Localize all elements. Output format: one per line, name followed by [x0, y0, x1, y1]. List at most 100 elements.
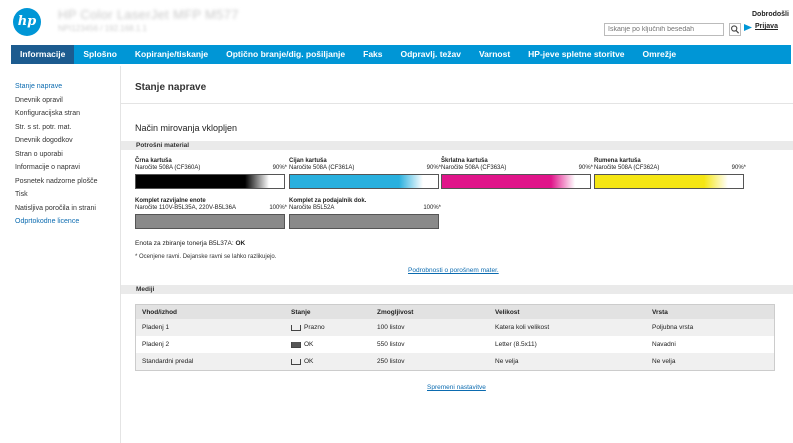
supply-percent: 100%*: [423, 205, 441, 211]
table-row: Pladenj 2 OK 550 listov Letter (8.5x11) Nava…: [136, 336, 774, 353]
tray-state-text: OK: [304, 341, 314, 348]
printer-name: HP Color LaserJet MFP M577: [58, 7, 239, 22]
column-header: Vhod/izhod: [142, 308, 178, 316]
tab-6[interactable]: Varnost: [470, 45, 519, 64]
sidebar-item[interactable]: Stanje naprave: [15, 80, 115, 94]
tray-name: Pladenj 1: [142, 324, 170, 331]
sidebar-item[interactable]: Odprtokodne licence: [15, 215, 115, 229]
tray-type: Poljubna vrsta: [652, 324, 694, 331]
supply-order-number: Naročite 110V-B5L35A, 220V-B5L36A: [135, 205, 236, 211]
tray-type: Navadni: [652, 341, 676, 348]
search-input[interactable]: [604, 23, 724, 36]
sidebar-item[interactable]: Posnetek nadzorne plošče: [15, 175, 115, 189]
estimate-note: * Ocenjene ravni. Dejanske ravni se lahk…: [135, 254, 277, 260]
column-header: Stanje: [291, 308, 311, 316]
supply-item: Črna kartuša Naročite 508A (CF360A) 90%*: [135, 158, 287, 189]
supply-order: Naročite 110V-B5L35A, 220V-B5L36A 100%*: [135, 205, 287, 212]
supply-level-bar: [441, 174, 591, 189]
supply-level-fill: [595, 175, 729, 188]
supply-level-bar: [135, 174, 285, 189]
toner-collector-status: Enota za zbiranje tonerja B5L37A: OK: [135, 240, 245, 247]
supply-order-number: Naročite 508A (CF363A): [441, 165, 507, 171]
media-table: Vhod/izhod Stanje Zmogljivost Velikost Vrsta…: [135, 304, 775, 371]
tray-state: OK: [291, 358, 377, 365]
sidebar-item[interactable]: Informacije o napravi: [15, 161, 115, 175]
supply-item: Komplet razvijalne enote Naročite 110V-B5…: [135, 198, 287, 229]
welcome-text: Dobrodošli: [752, 11, 789, 18]
sidebar-item[interactable]: Dnevnik opravil: [15, 94, 115, 108]
toner-collector-label: Enota za zbiranje tonerja B5L37A:: [135, 240, 234, 247]
tab-8[interactable]: Omrežje: [634, 45, 686, 64]
sign-in-arrow-icon: [744, 24, 752, 31]
supply-level-fill: [136, 215, 284, 228]
supply-name: Komplet razvijalne enote: [135, 198, 206, 204]
supply-level-fill: [290, 175, 424, 188]
tab-3[interactable]: Optično branje/dig. pošiljanje: [217, 45, 354, 64]
media-section-title: Mediji: [136, 286, 155, 293]
supply-level-bar: [135, 214, 285, 229]
supply-percent: 90%*: [731, 165, 746, 171]
supply-name: Komplet za podajalnik dok.: [289, 198, 367, 204]
supply-order: Naročite 508A (CF360A) 90%*: [135, 165, 287, 172]
supplies-details-link[interactable]: Podrobnosti o porošnem mater.: [408, 267, 499, 274]
supply-item: Rumena kartuša Naročite 508A (CF362A) 90%*: [594, 158, 746, 189]
tray-capacity: 250 listov: [377, 358, 405, 365]
media-section-bar: [121, 285, 793, 294]
column-header: Velikost: [495, 308, 520, 316]
tray-size: Ne velja: [495, 358, 519, 365]
title-divider: [120, 103, 793, 104]
table-row: Pladenj 1 Prazno 100 listov Katera koli vel…: [136, 319, 774, 336]
tray-name: Pladenj 2: [142, 341, 170, 348]
main-nav: Informacije Splošno Kopiranje/tiskanje Opti…: [11, 45, 791, 64]
tray-size: Letter (8.5x11): [495, 341, 537, 348]
supply-order: Naročite 508A (CF361A) 90%*: [289, 165, 441, 172]
tab-4[interactable]: Faks: [354, 45, 391, 64]
supply-order: Naročite 508A (CF363A) 90%*: [441, 165, 593, 172]
supply-percent: 90%*: [578, 165, 593, 171]
supplies-section-bar: [121, 141, 793, 150]
supply-percent: 90%*: [426, 165, 441, 171]
tray-type: Ne velja: [652, 358, 676, 365]
supply-percent: 100%*: [269, 205, 287, 211]
tray-capacity: 550 listov: [377, 341, 405, 348]
tray-icon: [291, 324, 301, 331]
search-icon[interactable]: [729, 23, 741, 36]
column-header: Zmogljivost: [377, 308, 414, 316]
sidebar-item[interactable]: Str. s st. potr. mat.: [15, 121, 115, 135]
supply-order-number: Naročite 508A (CF360A): [135, 165, 201, 171]
tray-state: Prazno: [291, 324, 377, 331]
tray-state-text: Prazno: [304, 324, 325, 331]
hp-logo[interactable]: hp: [13, 8, 41, 36]
tab-2[interactable]: Kopiranje/tiskanje: [126, 45, 217, 64]
sidebar: Stanje naprave Dnevnik opravil Konfiguraci…: [15, 80, 115, 229]
tray-state-text: OK: [304, 358, 314, 365]
supply-level-bar: [289, 174, 439, 189]
supply-level-fill: [290, 215, 438, 228]
tray-icon: [291, 341, 301, 348]
supply-name: Rumena kartuša: [594, 158, 641, 164]
sidebar-item[interactable]: Tisk: [15, 188, 115, 202]
sign-in-link[interactable]: Prijava: [755, 23, 778, 30]
device-status: Način mirovanja vklopljen: [135, 123, 238, 133]
supply-level-bar: [289, 214, 439, 229]
supply-item: Komplet za podajalnik dok. Naročite B5L52…: [289, 198, 441, 229]
supply-name: Škrlatna kartuša: [441, 158, 488, 164]
supply-level-bar: [594, 174, 744, 189]
sidebar-item[interactable]: Natisljiva poročila in strani: [15, 202, 115, 216]
supply-order: Naročite 508A (CF362A) 90%*: [594, 165, 746, 172]
supply-percent: 90%*: [272, 165, 287, 171]
printer-subtitle: NPI123456 / 192.168.1.1: [58, 24, 147, 33]
tab-5[interactable]: Odpravlj. težav: [392, 45, 470, 64]
supply-item: Škrlatna kartuša Naročite 508A (CF363A) 90…: [441, 158, 593, 189]
sidebar-divider: [120, 66, 121, 443]
tab-0[interactable]: Informacije: [11, 45, 75, 64]
supplies-section-title: Potrošni material: [136, 142, 190, 149]
media-header-row: Vhod/izhod Stanje Zmogljivost Velikost Vrsta: [136, 305, 774, 319]
change-settings-link[interactable]: Spremeni nastavitve: [427, 384, 486, 391]
sidebar-item[interactable]: Dnevnik dogodkov: [15, 134, 115, 148]
tab-1[interactable]: Splošno: [74, 45, 126, 64]
sidebar-item[interactable]: Konfiguracijska stran: [15, 107, 115, 121]
tab-7[interactable]: HP-jeve spletne storitve: [519, 45, 633, 64]
supply-item: Cijan kartuša Naročite 508A (CF361A) 90%*: [289, 158, 441, 189]
sidebar-item[interactable]: Stran o uporabi: [15, 148, 115, 162]
